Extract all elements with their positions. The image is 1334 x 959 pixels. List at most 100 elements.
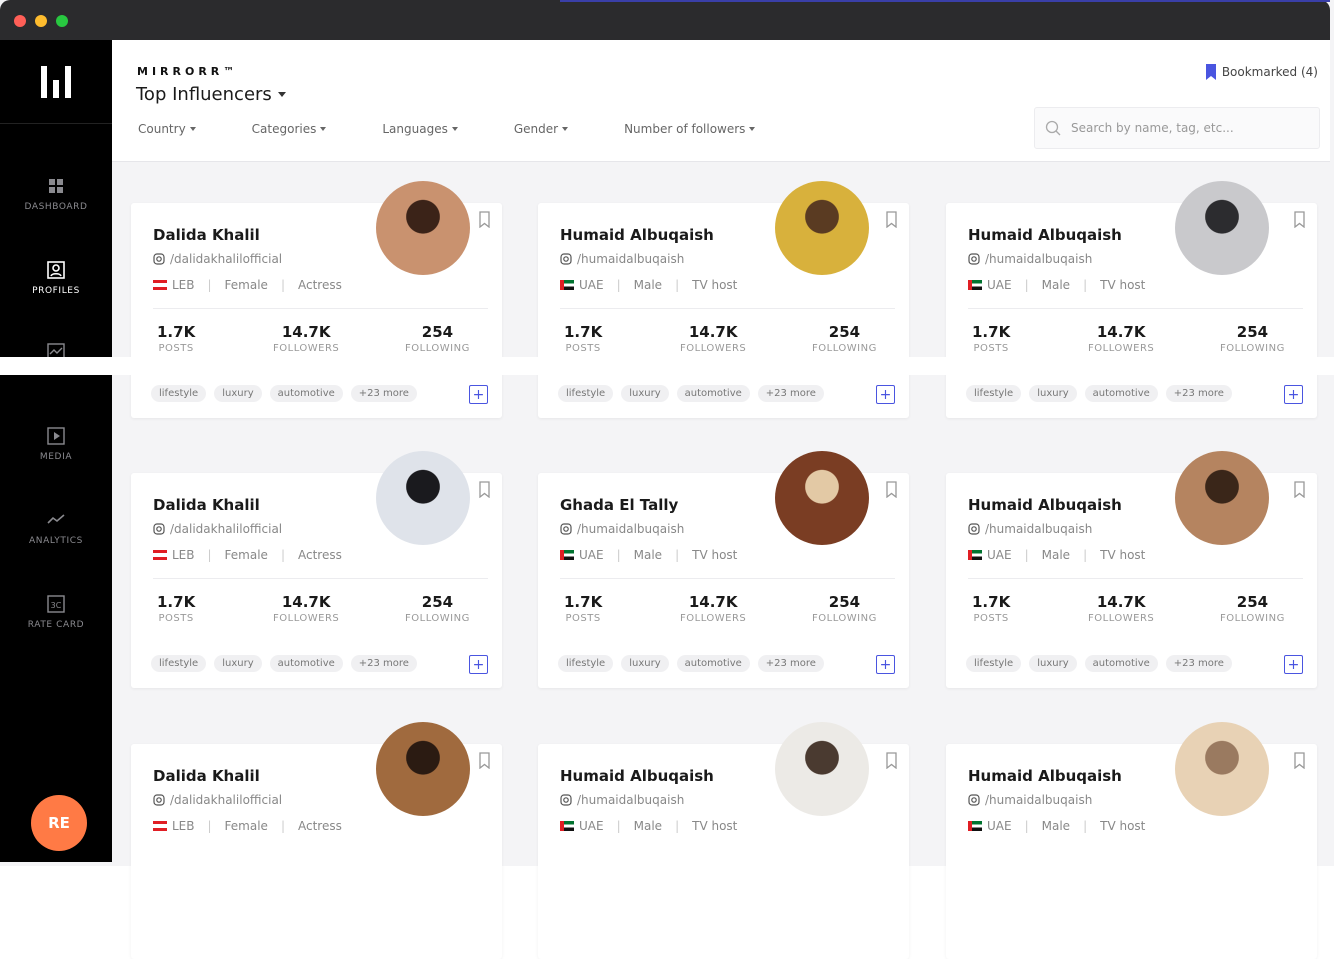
tag-chip[interactable]: lifestyle bbox=[151, 385, 207, 402]
influencer-card[interactable]: Humaid Albuqaish/humaidalbuqaish UAE | Male… bbox=[946, 451, 1317, 688]
influencer-photo[interactable] bbox=[775, 722, 869, 816]
instagram-handle[interactable]: /dalidakhalilofficial bbox=[153, 252, 282, 266]
instagram-handle[interactable]: /humaidalbuqaish bbox=[968, 252, 1092, 266]
influencer-photo[interactable] bbox=[376, 181, 470, 275]
influencer-name[interactable]: Dalida Khalil bbox=[153, 496, 260, 514]
tag-chip[interactable]: +23 more bbox=[350, 655, 417, 672]
influencer-name[interactable]: Dalida Khalil bbox=[153, 767, 260, 785]
title-bar bbox=[0, 0, 1330, 40]
influencer-name[interactable]: Ghada El Tally bbox=[560, 496, 678, 514]
tag-chip[interactable]: luxury bbox=[1029, 385, 1077, 402]
handle-text: /dalidakhalilofficial bbox=[170, 793, 283, 807]
add-to-list-button[interactable]: + bbox=[1284, 655, 1303, 674]
tag-chip[interactable]: automotive bbox=[1084, 655, 1158, 672]
minimize-window-button[interactable] bbox=[35, 15, 47, 27]
influencer-name[interactable]: Dalida Khalil bbox=[153, 226, 260, 244]
bookmark-outline-icon[interactable] bbox=[1294, 481, 1305, 498]
sidebar-item-dashboard[interactable]: DASHBOARD bbox=[0, 176, 112, 212]
influencer-photo[interactable] bbox=[376, 451, 470, 545]
tag-chip[interactable]: automotive bbox=[1084, 385, 1158, 402]
filter-languages-dropdown[interactable]: Languages bbox=[382, 122, 458, 136]
instagram-handle[interactable]: /humaidalbuqaish bbox=[968, 522, 1092, 536]
tag-chip[interactable]: lifestyle bbox=[558, 385, 614, 402]
influencer-name[interactable]: Humaid Albuqaish bbox=[560, 767, 714, 785]
instagram-handle[interactable]: /humaidalbuqaish bbox=[560, 252, 684, 266]
tag-chip[interactable]: automotive bbox=[676, 385, 750, 402]
tag-chip[interactable]: luxury bbox=[214, 655, 262, 672]
influencer-card[interactable]: Humaid Albuqaish/humaidalbuqaish UAE | Male… bbox=[538, 722, 909, 959]
tag-chip[interactable]: +23 more bbox=[350, 385, 417, 402]
influencer-photo[interactable] bbox=[376, 722, 470, 816]
search-box[interactable] bbox=[1034, 107, 1320, 149]
bookmark-outline-icon[interactable] bbox=[886, 211, 897, 228]
tag-chip[interactable]: +23 more bbox=[757, 655, 824, 672]
influencer-name[interactable]: Humaid Albuqaish bbox=[968, 496, 1122, 514]
influencer-photo[interactable] bbox=[1175, 451, 1269, 545]
bookmark-outline-icon[interactable] bbox=[479, 481, 490, 498]
instagram-handle[interactable]: /humaidalbuqaish bbox=[968, 793, 1092, 807]
influencer-photo[interactable] bbox=[775, 451, 869, 545]
sidebar-item-rate-card[interactable]: 3C RATE CARD bbox=[0, 594, 112, 630]
bookmark-outline-icon[interactable] bbox=[1294, 752, 1305, 769]
tag-chip[interactable]: lifestyle bbox=[966, 385, 1022, 402]
instagram-handle[interactable]: /humaidalbuqaish bbox=[560, 793, 684, 807]
tag-chip[interactable]: lifestyle bbox=[558, 655, 614, 672]
sidebar-item-media[interactable]: MEDIA bbox=[0, 426, 112, 462]
add-to-list-button[interactable]: + bbox=[876, 655, 895, 674]
stat-followers: 14.7K FOLLOWERS bbox=[680, 593, 746, 624]
bookmark-outline-icon[interactable] bbox=[479, 211, 490, 228]
page-title-dropdown[interactable]: Top Influencers bbox=[136, 84, 286, 105]
influencer-card[interactable]: Humaid Albuqaish/humaidalbuqaish UAE | Male… bbox=[538, 181, 909, 418]
instagram-handle[interactable]: /humaidalbuqaish bbox=[560, 522, 684, 536]
influencer-meta: LEB | Female | Actress bbox=[153, 278, 342, 292]
influencer-photo[interactable] bbox=[1175, 722, 1269, 816]
bookmark-outline-icon[interactable] bbox=[1294, 211, 1305, 228]
tag-chip[interactable]: +23 more bbox=[757, 385, 824, 402]
tag-chip[interactable]: automotive bbox=[269, 655, 343, 672]
bookmark-outline-icon[interactable] bbox=[479, 752, 490, 769]
add-to-list-button[interactable]: + bbox=[1284, 385, 1303, 404]
influencer-name[interactable]: Humaid Albuqaish bbox=[560, 226, 714, 244]
influencer-photo[interactable] bbox=[775, 181, 869, 275]
influencer-photo[interactable] bbox=[1175, 181, 1269, 275]
app-logo[interactable] bbox=[0, 40, 112, 124]
instagram-handle[interactable]: /dalidakhalilofficial bbox=[153, 793, 282, 807]
bookmark-outline-icon[interactable] bbox=[886, 481, 897, 498]
add-to-list-button[interactable]: + bbox=[469, 655, 488, 674]
stat-label: FOLLOWERS bbox=[680, 613, 747, 624]
close-window-button[interactable] bbox=[14, 15, 26, 27]
tag-chip[interactable]: automotive bbox=[269, 385, 343, 402]
influencer-card[interactable]: Humaid Albuqaish/humaidalbuqaish UAE | Male… bbox=[946, 722, 1317, 959]
tag-chip[interactable]: luxury bbox=[621, 385, 669, 402]
filter-categories-dropdown[interactable]: Categories bbox=[252, 122, 327, 136]
tag-chip[interactable]: +23 more bbox=[1165, 385, 1232, 402]
tag-chip[interactable]: lifestyle bbox=[966, 655, 1022, 672]
influencer-card[interactable]: Dalida Khalil/dalidakhalilofficial LEB | Fe… bbox=[131, 722, 502, 959]
maximize-window-button[interactable] bbox=[56, 15, 68, 27]
stat-value: 1.7K bbox=[564, 323, 603, 341]
sidebar-item-analytics[interactable]: ANALYTICS bbox=[0, 510, 112, 546]
influencer-card[interactable]: Humaid Albuqaish/humaidalbuqaish UAE | Male… bbox=[946, 181, 1317, 418]
bookmark-outline-icon[interactable] bbox=[886, 752, 897, 769]
add-to-list-button[interactable]: + bbox=[876, 385, 895, 404]
search-input[interactable] bbox=[1071, 121, 1311, 135]
influencer-name[interactable]: Humaid Albuqaish bbox=[968, 226, 1122, 244]
add-to-list-button[interactable]: + bbox=[469, 385, 488, 404]
instagram-handle[interactable]: /dalidakhalilofficial bbox=[153, 522, 282, 536]
tag-chip[interactable]: luxury bbox=[621, 655, 669, 672]
tag-chip[interactable]: lifestyle bbox=[151, 655, 207, 672]
influencer-name[interactable]: Humaid Albuqaish bbox=[968, 767, 1122, 785]
influencer-card[interactable]: Dalida Khalil/dalidakhalilofficial LEB | Fe… bbox=[131, 181, 502, 418]
tag-chip[interactable]: luxury bbox=[214, 385, 262, 402]
influencer-card[interactable]: Ghada El Tally/humaidalbuqaish UAE | Male | T… bbox=[538, 451, 909, 688]
sidebar-item-profiles[interactable]: PROFILES bbox=[0, 260, 112, 296]
influencer-card[interactable]: Dalida Khalil/dalidakhalilofficial LEB | Fe… bbox=[131, 451, 502, 688]
tag-chip[interactable]: automotive bbox=[676, 655, 750, 672]
tag-chip[interactable]: +23 more bbox=[1165, 655, 1232, 672]
filter-gender-dropdown[interactable]: Gender bbox=[514, 122, 569, 136]
filter-number-of-followers-dropdown[interactable]: Number of followers bbox=[624, 122, 756, 136]
tag-chip[interactable]: luxury bbox=[1029, 655, 1077, 672]
filter-country-dropdown[interactable]: Country bbox=[138, 122, 196, 136]
user-avatar-button[interactable]: RE bbox=[31, 795, 87, 851]
bookmarked-link[interactable]: Bookmarked (4) bbox=[1205, 64, 1318, 80]
